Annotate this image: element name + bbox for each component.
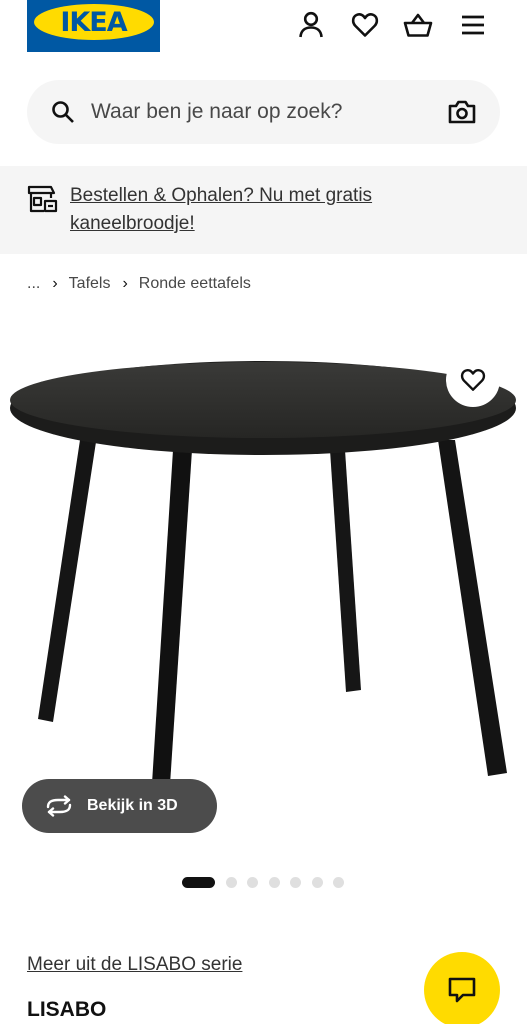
product-page: IKEA Waar ben je naar op zoek? Bestellen…	[0, 0, 527, 1024]
rotate-3d-icon	[46, 795, 72, 817]
carousel-dot[interactable]	[311, 876, 323, 888]
carousel-dot[interactable]	[225, 876, 237, 888]
chevron-right-icon: ›	[52, 275, 58, 292]
product-image[interactable]	[0, 320, 527, 820]
chevron-right-icon: ›	[122, 275, 128, 292]
series-link[interactable]: Meer uit de LISABO serie	[27, 954, 242, 976]
carousel-dot[interactable]	[268, 876, 280, 888]
carousel-dot[interactable]	[333, 876, 344, 888]
carousel-dot[interactable]	[247, 876, 258, 888]
chat-button[interactable]	[424, 952, 500, 1024]
heart-icon	[460, 368, 486, 391]
heart-icon[interactable]	[350, 10, 380, 40]
site-header: IKEA	[0, 0, 527, 60]
store-pickup-icon	[27, 185, 58, 213]
breadcrumb-ronde-eettafels[interactable]: Ronde eettafels	[139, 275, 251, 293]
logo-text: IKEA	[60, 6, 127, 38]
view-in-3d-label: Bekijk in 3D	[87, 797, 178, 814]
breadcrumb-tafels[interactable]: Tafels	[69, 275, 111, 293]
basket-icon[interactable]	[403, 10, 433, 40]
view-in-3d-button[interactable]: Bekijk in 3D	[22, 779, 217, 833]
carousel-dot-active[interactable]	[182, 876, 215, 888]
menu-icon[interactable]	[458, 10, 488, 40]
promo-banner: Bestellen & Ophalen? Nu met gratis kanee…	[0, 166, 527, 254]
search-bar	[27, 80, 500, 144]
chat-icon	[448, 977, 476, 1003]
image-carousel-indicator	[182, 876, 344, 888]
favourite-button[interactable]	[446, 353, 500, 407]
search-input[interactable]	[91, 94, 431, 130]
ikea-logo[interactable]: IKEA	[27, 0, 160, 52]
logo-oval: IKEA	[33, 4, 154, 40]
breadcrumb: ... › Tafels › Ronde eettafels	[27, 272, 251, 296]
promo-banner-link[interactable]: Bestellen & Ophalen? Nu met gratis kanee…	[70, 182, 450, 238]
product-name: LISABO	[27, 998, 107, 1021]
search-icon[interactable]	[51, 100, 75, 124]
carousel-dot[interactable]	[290, 876, 301, 888]
user-icon[interactable]	[296, 10, 326, 40]
camera-icon[interactable]	[448, 99, 476, 125]
breadcrumb-ellipsis[interactable]: ...	[27, 275, 40, 293]
